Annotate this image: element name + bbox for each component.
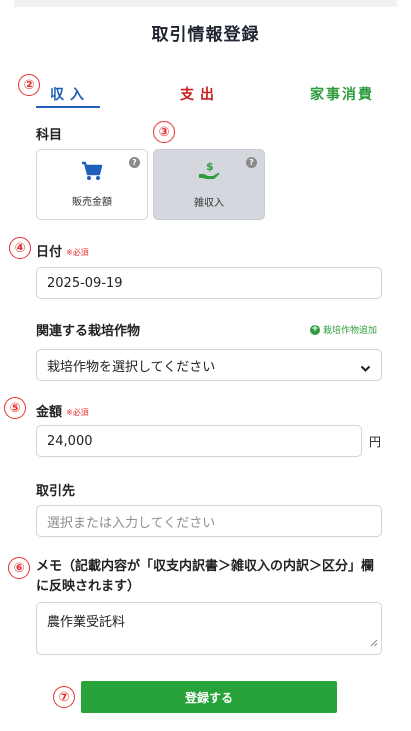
- plus-circle-icon: +: [310, 324, 320, 335]
- resize-handle-icon[interactable]: [370, 636, 378, 651]
- category-option-sales[interactable]: ? 販売金額: [36, 149, 148, 220]
- chevron-down-icon: [360, 362, 371, 377]
- category-option-label: 販売金額: [72, 197, 112, 208]
- tab-household-consumption[interactable]: 家事消費: [310, 84, 374, 104]
- amount-label: 金額 ※必須: [36, 401, 89, 420]
- amount-input[interactable]: 24,000: [36, 425, 362, 457]
- tab-expense[interactable]: 支出: [180, 84, 220, 104]
- page-title: 取引情報登録: [151, 25, 260, 45]
- svg-text:$: $: [206, 160, 214, 173]
- annotation-marker-4: ④: [9, 237, 31, 259]
- memo-textarea[interactable]: 農作業受託料: [36, 602, 382, 655]
- category-label: 科目: [36, 128, 63, 143]
- date-label-text: 日付: [36, 245, 63, 260]
- help-icon[interactable]: ?: [129, 157, 140, 168]
- partner-placeholder: 選択または入力してください: [47, 515, 216, 531]
- submit-button[interactable]: 登録する: [81, 681, 337, 713]
- amount-value: 24,000: [47, 433, 93, 449]
- currency-unit: 円: [369, 435, 382, 449]
- crop-label: 関連する栽培作物: [36, 324, 141, 339]
- date-label: 日付 ※必須: [36, 241, 89, 260]
- hand-coin-icon: $: [197, 160, 221, 186]
- required-badge: ※必須: [66, 408, 89, 417]
- amount-label-text: 金額: [36, 405, 63, 420]
- partner-input[interactable]: 選択または入力してください: [36, 505, 382, 537]
- crop-select-value: 栽培作物を選択してください: [47, 359, 216, 375]
- annotation-marker-7: ⑦: [53, 686, 75, 708]
- annotation-marker-2: ②: [18, 74, 40, 96]
- partner-label: 取引先: [36, 484, 76, 499]
- memo-value: 農作業受託料: [47, 615, 126, 630]
- cart-icon: [81, 161, 103, 185]
- date-input[interactable]: 2025-09-19: [36, 267, 382, 299]
- annotation-marker-3: ③: [153, 121, 175, 143]
- annotation-marker-5: ⑤: [4, 397, 26, 419]
- memo-label: メモ（記載内容が「収支内訳書＞雑収入の内訳＞区分」欄に反映されます）: [36, 559, 375, 594]
- annotation-marker-6: ⑥: [8, 557, 30, 579]
- help-icon[interactable]: ?: [246, 157, 257, 168]
- required-badge: ※必須: [66, 248, 89, 257]
- add-crop-label: 栽培作物追加: [323, 326, 378, 336]
- date-value: 2025-09-19: [47, 275, 123, 291]
- category-option-misc-income[interactable]: ? $ 雑収入: [153, 149, 265, 220]
- category-option-label: 雑収入: [194, 198, 224, 209]
- active-tab-indicator: [36, 106, 100, 108]
- crop-select[interactable]: 栽培作物を選択してください: [36, 349, 382, 381]
- add-crop-link[interactable]: + 栽培作物追加: [310, 323, 377, 336]
- top-bar: [14, 0, 397, 7]
- tab-income[interactable]: 収入: [50, 84, 90, 104]
